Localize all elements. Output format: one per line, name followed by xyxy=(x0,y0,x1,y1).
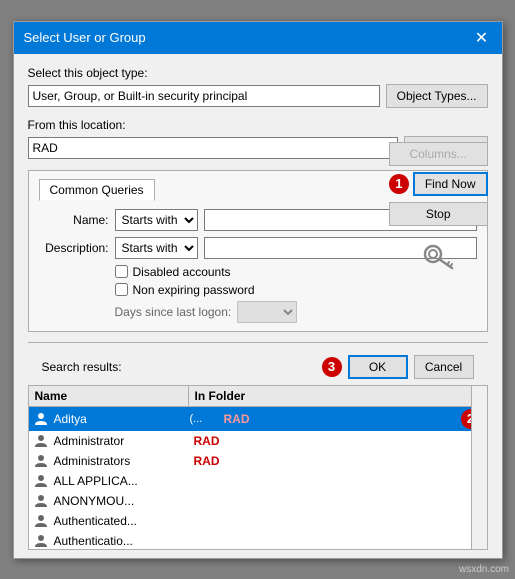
badge-1: 1 xyxy=(389,174,409,194)
table-row[interactable]: Authenticated... xyxy=(29,511,487,531)
days-label: Days since last logon: xyxy=(115,305,232,319)
description-label: Description: xyxy=(39,241,109,255)
select-user-dialog: Select User or Group ✕ Select this objec… xyxy=(13,21,503,559)
result-name: Administrator xyxy=(50,434,190,448)
disabled-accounts-label: Disabled accounts xyxy=(133,265,231,279)
non-expiring-label: Non expiring password xyxy=(133,283,255,297)
search-results-label: Search results: xyxy=(42,360,316,374)
name-label: Name: xyxy=(39,213,109,227)
non-expiring-checkbox[interactable] xyxy=(115,283,128,296)
dialog-title: Select User or Group xyxy=(24,30,146,45)
result-folder-paren: (... xyxy=(190,413,220,425)
ok-button[interactable]: OK xyxy=(348,355,408,379)
table-row[interactable]: Aditya(... RAD2 xyxy=(29,407,487,431)
days-row: Days since last logon: xyxy=(115,301,477,323)
table-row[interactable]: ALL APPLICA... xyxy=(29,471,487,491)
result-folder: RAD xyxy=(220,412,461,426)
result-name: ANONYMOU... xyxy=(50,494,190,508)
location-label: From this location: xyxy=(28,118,488,132)
table-row[interactable]: Authenticatio... xyxy=(29,531,487,550)
header-folder: In Folder xyxy=(189,386,487,406)
days-select[interactable] xyxy=(237,301,297,323)
user-icon xyxy=(32,513,50,529)
results-body: Aditya(... RAD2 AdministratorRAD Adminis… xyxy=(29,407,487,550)
badge-3: 3 xyxy=(322,357,342,377)
ok-cancel-section: Search results: 3 OK Cancel xyxy=(14,342,502,385)
desc-starts-with-select[interactable]: Starts with xyxy=(115,237,198,259)
results-header: Name In Folder xyxy=(29,386,487,407)
close-button[interactable]: ✕ xyxy=(472,28,492,48)
stop-button[interactable]: Stop xyxy=(389,202,488,226)
location-input[interactable] xyxy=(28,137,399,159)
find-now-wrapper: 1 Find Now xyxy=(389,172,488,196)
result-folder: RAD xyxy=(190,454,487,468)
result-name: Aditya xyxy=(50,412,190,426)
table-row[interactable]: ANONYMOU... xyxy=(29,491,487,511)
results-container[interactable]: Name In Folder Aditya(... RAD2 Administr… xyxy=(28,385,488,550)
user-icon xyxy=(32,433,50,449)
watermark: wsxdn.com xyxy=(459,564,509,575)
result-name: Authenticated... xyxy=(50,514,190,528)
result-name: Authenticatio... xyxy=(50,534,190,548)
object-type-row: Object Types... xyxy=(28,84,488,108)
object-types-button[interactable]: Object Types... xyxy=(386,84,488,108)
table-row[interactable]: AdministratorRAD xyxy=(29,431,487,451)
user-icon xyxy=(32,411,50,427)
header-name: Name xyxy=(29,386,189,406)
object-type-label: Select this object type: xyxy=(28,66,488,80)
columns-button[interactable]: Columns... xyxy=(389,142,488,166)
title-bar: Select User or Group ✕ xyxy=(14,22,502,54)
object-type-input[interactable] xyxy=(28,85,380,107)
find-now-button[interactable]: Find Now xyxy=(413,172,488,196)
user-icon xyxy=(32,473,50,489)
user-icon xyxy=(32,533,50,549)
right-buttons: Columns... 1 Find Now Stop xyxy=(389,142,488,274)
cancel-button[interactable]: Cancel xyxy=(414,355,474,379)
user-icon xyxy=(32,453,50,469)
non-expiring-row: Non expiring password xyxy=(115,283,477,297)
ok-cancel-row: Search results: 3 OK Cancel xyxy=(28,349,488,385)
result-name: Administrators xyxy=(50,454,190,468)
table-row[interactable]: AdministratorsRAD xyxy=(29,451,487,471)
name-starts-with-select[interactable]: Starts with xyxy=(115,209,198,231)
result-name: ALL APPLICA... xyxy=(50,474,190,488)
key-icon xyxy=(420,238,456,274)
result-folder: RAD xyxy=(190,434,487,448)
scrollbar[interactable] xyxy=(471,386,487,549)
common-queries-tab[interactable]: Common Queries xyxy=(39,179,155,201)
user-icon xyxy=(32,493,50,509)
divider xyxy=(28,342,488,343)
disabled-accounts-checkbox[interactable] xyxy=(115,265,128,278)
